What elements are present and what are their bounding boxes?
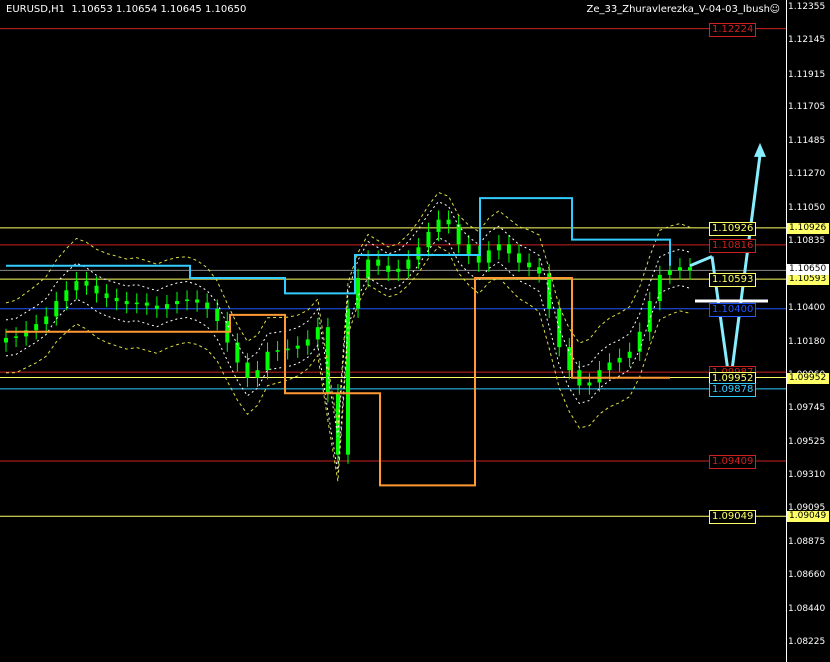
candle-body (104, 293, 109, 298)
candle-body (406, 259, 411, 269)
axis-level-badge: 1.09049 (787, 511, 829, 523)
candle-body (285, 348, 290, 351)
candle-body (185, 299, 190, 302)
level-label: 1.12224 (709, 22, 757, 37)
y-tick-label: 1.10180 (788, 336, 826, 347)
candle-body (235, 342, 240, 363)
candle-body (195, 299, 200, 303)
y-tick-label: 1.08225 (788, 636, 826, 647)
y-tick-label: 1.11915 (788, 70, 826, 81)
candle-body (416, 247, 421, 260)
level-label: 1.10593 (709, 273, 757, 288)
y-tick-label: 1.11270 (788, 169, 826, 180)
forecast-arrow-short (689, 255, 713, 268)
candle-body (667, 270, 672, 275)
candle-body (164, 304, 169, 309)
candle-body (426, 231, 431, 248)
candle-body (205, 302, 210, 309)
candle-body (446, 219, 451, 225)
candle-body (265, 351, 270, 371)
candle-body (175, 301, 179, 305)
current-price-badge: 1.10650 (787, 264, 829, 276)
chart-window: EURUSD,H1 1.10653 1.10654 1.10645 1.1065… (0, 0, 830, 662)
candle-body (597, 370, 602, 383)
candle-body (366, 259, 371, 279)
candle-body (386, 265, 391, 272)
y-tick-label: 1.10835 (788, 235, 826, 246)
candle-body (587, 382, 592, 386)
candle-body (34, 324, 39, 331)
y-tick-label: 1.08440 (788, 603, 826, 614)
candle-body (496, 244, 501, 251)
candle-body (295, 345, 300, 349)
forecast-arrow-head (754, 142, 766, 157)
candle-body (275, 350, 280, 352)
candle-body (527, 262, 532, 268)
symbol-header: EURUSD,H1 1.10653 1.10654 1.10645 1.1065… (6, 4, 246, 15)
candle-body (255, 370, 260, 378)
candle-body (677, 267, 682, 271)
candle-body (506, 244, 511, 254)
level-label: 1.09049 (709, 510, 757, 525)
y-tick-label: 1.12145 (788, 34, 826, 45)
y-tick-label: 1.09525 (788, 437, 826, 448)
candle-body (134, 302, 139, 305)
y-tick-label: 1.11050 (788, 202, 826, 213)
candle-body (617, 357, 622, 363)
y-tick-label: 1.09310 (788, 470, 826, 481)
candle-body (245, 362, 250, 378)
y-tick-label: 1.08875 (788, 536, 826, 547)
candle-body (335, 393, 340, 455)
candle-body (456, 224, 461, 245)
candle-body (376, 259, 381, 266)
candle-body (396, 268, 401, 272)
candle-body (84, 281, 89, 286)
y-tick-label: 1.11705 (788, 102, 826, 113)
level-label: 1.09409 (709, 454, 757, 469)
candle-body (346, 308, 350, 455)
axis-level-badge: 1.10926 (787, 222, 829, 234)
candle-body (627, 351, 632, 358)
candle-body (74, 281, 79, 291)
y-tick-label: 1.11485 (788, 136, 826, 147)
candle-body (94, 285, 99, 294)
y-tick-label: 1.08660 (788, 569, 826, 580)
price-axis[interactable] (786, 0, 830, 662)
candle-body (607, 362, 612, 371)
symbol-label: EURUSD,H1 (6, 4, 66, 15)
axis-level-badge: 1.10593 (787, 274, 829, 286)
indicator-label: Ze_33_Zhuravlerezka_V-04-03_Ibush (586, 4, 770, 15)
candle-body (44, 316, 49, 325)
candle-body (436, 219, 441, 232)
level-label: 1.10816 (709, 238, 757, 253)
candle-body (688, 267, 692, 271)
candle-body (537, 267, 542, 274)
candle-body (567, 347, 572, 371)
level-label: 1.10400 (709, 302, 757, 317)
candle-body (114, 297, 119, 302)
candle-body (144, 302, 149, 306)
candle-body (486, 250, 491, 263)
price-chart[interactable] (0, 0, 786, 662)
candle-body (476, 254, 481, 263)
candle-body (305, 339, 310, 346)
candle-body (154, 305, 159, 309)
candle-body (54, 301, 59, 317)
axis-level-badge: 1.09952 (787, 372, 829, 384)
candle-body (517, 253, 521, 263)
candle-body (14, 336, 19, 338)
candle-body (315, 327, 320, 340)
y-tick-label: 1.10400 (788, 302, 826, 313)
smiley-icon: ☺ (769, 4, 780, 15)
level-label: 1.10926 (709, 221, 757, 236)
candle-body (466, 244, 471, 255)
candle-body (215, 308, 220, 322)
y-tick-label: 1.12355 (788, 2, 826, 13)
candle-body (64, 290, 69, 302)
ohlc-label: 1.10653 1.10654 1.10645 1.10650 (71, 4, 247, 15)
candle-body (124, 301, 129, 305)
y-tick-label: 1.09745 (788, 403, 826, 414)
level-label: 1.09878 (709, 382, 757, 397)
candle-body (4, 337, 8, 343)
